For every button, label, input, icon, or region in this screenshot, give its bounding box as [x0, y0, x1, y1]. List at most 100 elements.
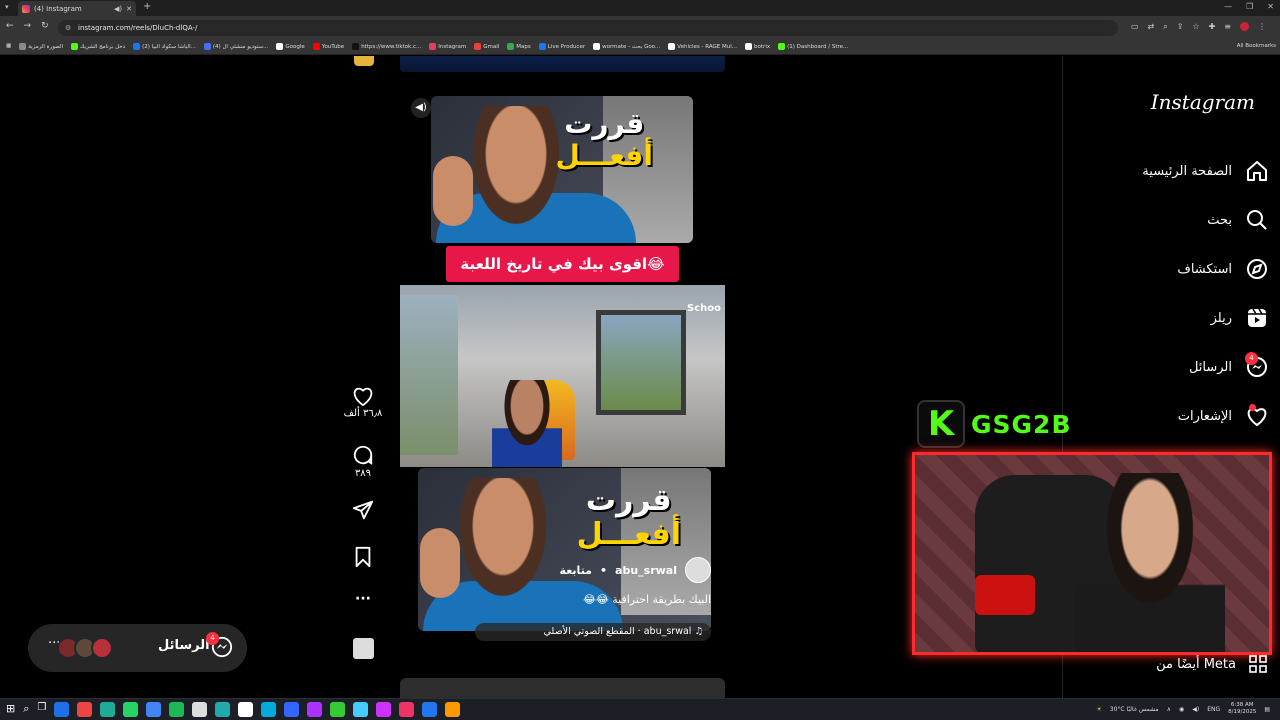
task-view-icon[interactable]: ❐	[37, 702, 46, 717]
taskbar-app-icon[interactable]	[330, 702, 346, 717]
bookmark-item[interactable]: wormate - بحث Goo...	[593, 43, 660, 50]
comment-action[interactable]: ٣٨٩	[340, 444, 386, 479]
bookmark-item[interactable]: (4) ستوديو منشئي ال...	[203, 43, 268, 50]
taskbar-app-icon[interactable]	[123, 702, 139, 717]
bookmark-item[interactable]: دخل برنامج الشريك	[71, 43, 125, 50]
like-heart-icon[interactable]	[352, 386, 374, 406]
bookmark-icon[interactable]	[353, 546, 373, 568]
taskbar-app-icon[interactable]	[422, 702, 438, 717]
taskbar-app-icon[interactable]	[399, 702, 415, 717]
author-avatar[interactable]	[685, 557, 711, 583]
audio-source-avatar[interactable]	[353, 638, 374, 659]
sidebar-item-messages[interactable]: الرسائل 4	[1080, 350, 1270, 384]
address-bar[interactable]: ⚙ instagram.com/reels/DluCh-dlQA-/	[58, 20, 1118, 36]
messages-pill[interactable]: ··· الرسائل 4	[28, 624, 247, 672]
bookmark-item[interactable]: Live Producer	[538, 43, 585, 50]
bookmark-item[interactable]: https://www.tiktok.c...	[352, 43, 421, 50]
reel-video[interactable]: قررت أفعـــل ◀) اقوى بيك في تاريخ اللعبة…	[400, 86, 725, 666]
forward-icon[interactable]: →	[24, 21, 32, 31]
save-action[interactable]	[340, 546, 386, 570]
share-icon[interactable]: ⇪	[1177, 22, 1184, 32]
taskbar-app-icon[interactable]	[54, 702, 70, 717]
taskbar-app-icon[interactable]	[238, 702, 254, 717]
share-action[interactable]	[340, 499, 386, 523]
sound-toggle-icon[interactable]: ◀)	[411, 98, 431, 118]
close-window-icon[interactable]: ✕	[1267, 2, 1274, 11]
taskbar-app-icon[interactable]	[307, 702, 323, 717]
tab-list-icon[interactable]: ≡	[1224, 22, 1231, 32]
bookmark-item[interactable]: Maps	[507, 43, 531, 50]
bookmark-item[interactable]: (2) الباشا سكواد البيا...	[133, 43, 196, 50]
apps-grid-icon[interactable]: ▦	[6, 43, 11, 50]
taskbar-app-icon[interactable]	[100, 702, 116, 717]
minimize-icon[interactable]: —	[1224, 2, 1232, 11]
tray-overflow-icon[interactable]: ∧	[1167, 706, 1171, 713]
taskbar-app-icon[interactable]	[169, 702, 185, 717]
taskbar-app-icon[interactable]	[192, 702, 208, 717]
weather-text[interactable]: 30°C مشمس غالبًا	[1110, 706, 1159, 713]
more-options-icon[interactable]: ···	[340, 591, 386, 607]
sidebar-item-notifications[interactable]: الإشعارات	[1080, 399, 1270, 433]
tab-search-icon[interactable]: ▾	[5, 3, 9, 11]
sidebar-item-home[interactable]: الصفحة الرئيسية	[1080, 154, 1270, 188]
bookmark-item[interactable]: الصورة الرمزية	[19, 43, 63, 50]
sidebar-item-reels[interactable]: ريلز	[1080, 301, 1270, 335]
reel-audio[interactable]: ♫ abu_srwal · المقطع الصوتي الأصلي	[475, 623, 711, 641]
browser-menu-icon[interactable]: ⋮	[1258, 22, 1266, 32]
bookmark-item[interactable]: Vehicles - RAGE Mul...	[668, 43, 737, 50]
sidebar-item-explore[interactable]: استكشاف	[1080, 252, 1270, 286]
notifications-icon[interactable]: ▤	[1264, 706, 1270, 713]
reload-icon[interactable]: ↻	[41, 21, 49, 31]
site-info-icon[interactable]: ⚙	[65, 20, 71, 36]
search-icon	[1247, 210, 1267, 230]
taskbar-app-icon[interactable]	[215, 702, 231, 717]
volume-icon[interactable]: ◀)	[1192, 706, 1199, 713]
all-bookmarks-button[interactable]: All Bookmarks	[1237, 43, 1276, 49]
taskbar-app-icon[interactable]	[376, 702, 392, 717]
bookmark-star-icon[interactable]: ☆	[1192, 22, 1199, 32]
extensions-icon[interactable]: ✚	[1209, 22, 1216, 32]
bookmark-item[interactable]: (1) Dashboard / Stre...	[778, 43, 848, 50]
taskbar-app-icon[interactable]	[445, 702, 461, 717]
sidebar-item-search[interactable]: بحث	[1080, 203, 1270, 237]
bookmark-label: Maps	[516, 43, 531, 50]
bookmark-item[interactable]: botrix	[745, 43, 770, 50]
next-reel[interactable]	[400, 678, 725, 698]
more-from-meta[interactable]: أيضًا من Meta	[1156, 654, 1268, 674]
taskbar-app-icon[interactable]	[146, 702, 162, 717]
maximize-icon[interactable]: ❐	[1246, 2, 1253, 11]
tab-instagram[interactable]: (4) Instagram ◀) ✕	[18, 1, 136, 16]
like-action[interactable]: ٣٦٫٨ ألف	[340, 386, 386, 419]
author-username[interactable]: abu_srwal	[615, 564, 677, 577]
back-icon[interactable]: ←	[6, 21, 14, 31]
share-send-icon[interactable]	[352, 499, 374, 521]
bookmark-item[interactable]: YouTube	[312, 43, 344, 50]
previous-reel[interactable]	[400, 56, 725, 72]
tab-close-icon[interactable]: ✕	[126, 5, 132, 13]
comment-icon[interactable]	[352, 444, 374, 466]
bookmark-item[interactable]: Instagram	[429, 43, 466, 50]
profile-avatar[interactable]	[1240, 22, 1249, 31]
taskbar-app-icon[interactable]	[261, 702, 277, 717]
bookmark-item[interactable]: Gmail	[474, 43, 499, 50]
weather-icon[interactable]: ☀	[1096, 706, 1101, 713]
taskbar-app-icon[interactable]	[77, 702, 93, 717]
clock[interactable]: 6:38 AM 8/19/2025	[1228, 702, 1256, 716]
bookmark-item[interactable]: Google	[276, 43, 305, 50]
network-icon[interactable]: ◉	[1179, 706, 1184, 713]
translate-icon[interactable]: ⇄	[1148, 22, 1155, 32]
reel-caption[interactable]: البيك بطريقة احترافية 😂😂	[583, 593, 711, 606]
new-tab-button[interactable]: +	[143, 1, 151, 12]
zoom-icon[interactable]: ⌕	[1163, 22, 1167, 32]
taskbar-app-icon[interactable]	[353, 702, 369, 717]
cast-icon[interactable]: ▭	[1131, 22, 1139, 32]
taskbar-app-icon[interactable]	[284, 702, 300, 717]
search-icon[interactable]: ⌕	[23, 702, 29, 717]
tab-audio-icon[interactable]: ◀)	[114, 5, 122, 13]
follow-button[interactable]: متابعة	[560, 564, 592, 577]
previous-reel-avatar[interactable]	[354, 56, 374, 66]
webcam-overlay	[912, 452, 1272, 655]
language-indicator[interactable]: ENG	[1207, 706, 1220, 713]
start-icon[interactable]: ⊞	[6, 702, 15, 717]
instagram-logo[interactable]: Instagram	[1151, 90, 1255, 114]
